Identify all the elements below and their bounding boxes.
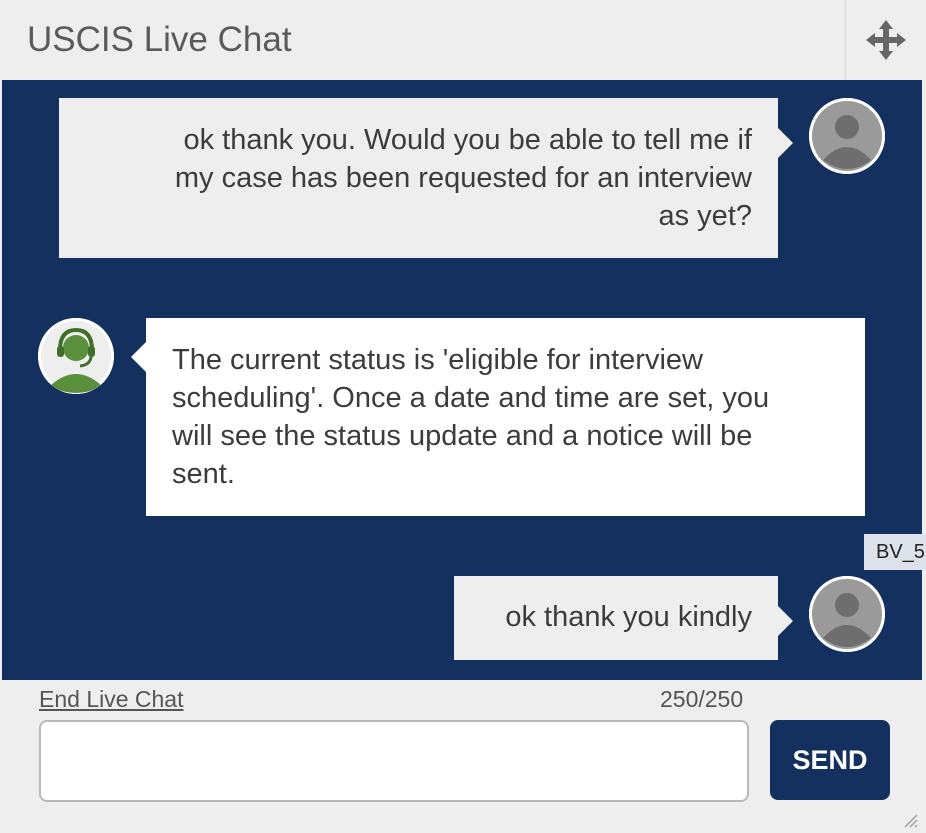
end-live-chat-link[interactable]: End Live Chat bbox=[39, 686, 183, 713]
user-message: ok thank you. Would you be able to tell … bbox=[59, 98, 793, 258]
chat-transcript[interactable]: ok thank you. Would you be able to tell … bbox=[2, 80, 922, 680]
user-message: ok thank you kindly bbox=[454, 576, 793, 660]
agent-message: The current status is 'eligible for inte… bbox=[131, 318, 865, 516]
message-input[interactable] bbox=[39, 720, 749, 802]
user-silhouette-icon bbox=[809, 576, 885, 652]
send-button[interactable]: SEND bbox=[770, 720, 890, 800]
message-line: scheduling'. Once a date and time are se… bbox=[172, 382, 770, 414]
chat-title: USCIS Live Chat bbox=[27, 20, 292, 59]
message-line: ok thank you kindly bbox=[505, 601, 752, 633]
agent-avatar bbox=[38, 318, 114, 394]
resize-grip-icon bbox=[904, 814, 918, 828]
agent-headset-icon bbox=[38, 318, 114, 394]
move-arrows-icon bbox=[866, 20, 906, 60]
chat-header: USCIS Live Chat bbox=[0, 0, 926, 80]
move-window-button[interactable] bbox=[845, 0, 926, 80]
message-line: as yet? bbox=[658, 200, 753, 232]
user-avatar bbox=[809, 98, 885, 174]
resize-handle[interactable] bbox=[900, 810, 918, 828]
message-line: The current status is 'eligible for inte… bbox=[172, 344, 703, 376]
tooltip: BV_5 bbox=[864, 534, 926, 570]
character-counter: 250/250 bbox=[660, 686, 744, 712]
user-silhouette-icon bbox=[809, 98, 885, 174]
message-line: sent. bbox=[172, 458, 235, 490]
message-line: my case has been requested for an interv… bbox=[174, 162, 752, 194]
message-line: will see the status update and a notice … bbox=[172, 420, 753, 452]
user-avatar bbox=[809, 576, 885, 652]
message-line: ok thank you. Would you be able to tell … bbox=[183, 124, 752, 156]
